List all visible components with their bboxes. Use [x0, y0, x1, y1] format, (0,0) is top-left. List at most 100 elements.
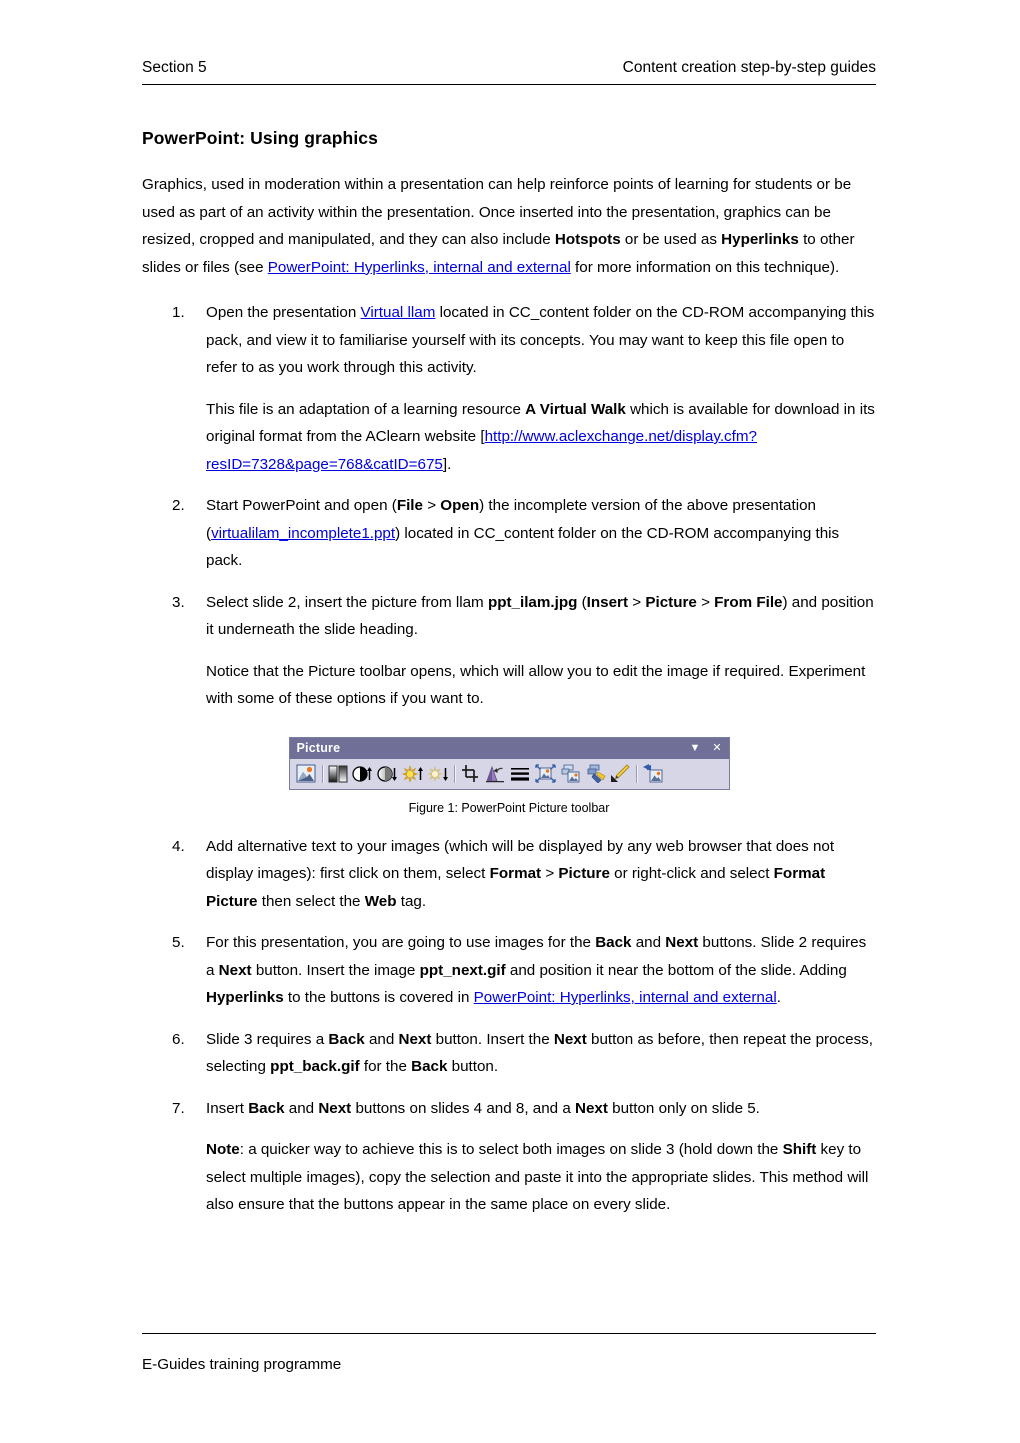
- intro-text-c: or be used as: [620, 231, 722, 248]
- page-title: PowerPoint: Using graphics: [142, 128, 378, 148]
- document-body: PowerPoint: Using graphics Graphics, use…: [142, 128, 876, 1233]
- set-transparent-color-icon[interactable]: [608, 762, 633, 786]
- step-3-marker: 3.: [172, 593, 185, 611]
- step-6-text-a: Slide 3 requires a: [206, 1030, 329, 1048]
- step-1-paragraph-2: This file is an adaptation of a learning…: [206, 396, 876, 479]
- step-4-text-d: then select the: [257, 892, 365, 910]
- insert-picture-icon[interactable]: [294, 762, 319, 786]
- list-item-step-5: 5. For this presentation, you are going …: [142, 929, 876, 1012]
- step-5-bold-back: Back: [595, 934, 632, 951]
- step-6-text-b: and: [364, 1030, 399, 1048]
- step-5-text-a: For this presentation, you are going to …: [206, 934, 596, 951]
- format-picture-icon[interactable]: [583, 762, 608, 786]
- step-4-bold-web: Web: [364, 892, 397, 910]
- figure-1: Picture ▼ ✕ Figure 1: PowerPoint Picture…: [142, 736, 876, 815]
- step-5-paragraph-1: For this presentation, you are going to …: [206, 929, 876, 1012]
- step-1-marker: 1.: [172, 304, 185, 321]
- list-item-step-2: 2. Start PowerPoint and open (File > Ope…: [142, 492, 876, 575]
- step-1-bold-virtual-walk: A Virtual Walk: [525, 400, 626, 418]
- step-3-bold-picture: Picture: [645, 593, 697, 611]
- link-virtual-llam[interactable]: Virtual llam: [361, 304, 436, 321]
- step-1-text-c: This file is an adaptation of a learning…: [206, 400, 526, 418]
- intro-paragraph: Graphics, used in moderation within a pr…: [142, 171, 876, 281]
- step-1-paragraph-1: Open the presentation Virtual llam locat…: [206, 299, 876, 382]
- link-powerpoint-hyperlinks[interactable]: PowerPoint: Hyperlinks, internal and ext…: [268, 259, 571, 276]
- page-header: Section 5 Content creation step-by-step …: [142, 58, 876, 86]
- steps-list: 1. Open the presentation Virtual llam lo…: [142, 299, 876, 713]
- step-6-text-c: button. Insert the: [431, 1030, 554, 1048]
- step-6-marker: 6.: [172, 1030, 185, 1048]
- step-5-text-b: and: [631, 934, 666, 951]
- note-text-a: : a quicker way to achieve this is to se…: [239, 1141, 783, 1158]
- step-2-bold-open: Open: [440, 497, 480, 514]
- list-item-step-4: 4. Add alternative text to your images (…: [142, 833, 876, 916]
- step-6-paragraph-1: Slide 3 requires a Back and Next button.…: [206, 1026, 876, 1081]
- step-7-note-paragraph: Note: a quicker way to achieve this is t…: [206, 1136, 876, 1219]
- step-5-marker: 5.: [172, 934, 185, 951]
- header-section-label: Section 5: [142, 59, 207, 76]
- step-2-text-a: Start PowerPoint and open (: [206, 497, 397, 514]
- step-7-text-c: buttons on slides 4 and 8, and a: [351, 1099, 575, 1117]
- step-4-paragraph-1: Add alternative text to your images (whi…: [206, 833, 876, 916]
- step-4-text-e: tag.: [396, 892, 427, 910]
- crop-icon[interactable]: [458, 762, 483, 786]
- step-2-paragraph-1: Start PowerPoint and open (File > Open) …: [206, 492, 876, 575]
- list-item-step-7: 7. Insert Back and Next buttons on slide…: [142, 1095, 876, 1219]
- picture-toolbar-titlebar[interactable]: Picture ▼ ✕: [289, 737, 729, 759]
- steps-list-continued: 4. Add alternative text to your images (…: [142, 833, 876, 1219]
- step-3-paragraph-1: Select slide 2, insert the picture from …: [206, 589, 876, 644]
- step-7-paragraph-1: Insert Back and Next buttons on slides 4…: [206, 1095, 876, 1123]
- step-3-bold-from-file: From File: [714, 593, 783, 611]
- step-7-marker: 7.: [172, 1099, 185, 1117]
- step-4-bold-format: Format: [489, 865, 542, 882]
- picture-toolbar-buttons: [289, 758, 729, 789]
- step-6-text-e: for the: [359, 1058, 412, 1075]
- compress-pictures-icon[interactable]: [533, 762, 558, 786]
- recolor-picture-icon[interactable]: [558, 762, 583, 786]
- list-item-step-3: 3. Select slide 2, insert the picture fr…: [142, 589, 876, 713]
- step-3-text-b: (: [577, 593, 587, 611]
- footer-label: E-Guides training programme: [142, 1356, 342, 1373]
- step-7-text-b: and: [284, 1099, 319, 1117]
- step-6-bold-back-2: Back: [411, 1058, 448, 1075]
- step-5-bold-ppt-next-gif: ppt_next.gif: [419, 961, 506, 979]
- step-2-text-b: >: [422, 497, 441, 514]
- more-brightness-icon[interactable]: [401, 762, 426, 786]
- step-7-bold-back: Back: [248, 1099, 285, 1117]
- step-4-text-c: or right-click and select: [609, 865, 774, 882]
- step-3-text-a: Select slide 2, insert the picture from …: [206, 593, 488, 611]
- step-2-bold-file: File: [396, 497, 423, 514]
- page-footer: E-Guides training programme: [142, 1333, 876, 1373]
- list-item-step-1: 1. Open the presentation Virtual llam lo…: [142, 299, 876, 478]
- step-6-bold-ppt-back-gif: ppt_back.gif: [270, 1058, 360, 1075]
- step-3-paragraph-2: Notice that the Picture toolbar opens, w…: [206, 662, 866, 708]
- link-powerpoint-hyperlinks-2[interactable]: PowerPoint: Hyperlinks, internal and ext…: [474, 989, 777, 1006]
- less-brightness-icon[interactable]: [426, 762, 451, 786]
- rotate-left-icon[interactable]: [483, 762, 508, 786]
- intro-text-f: for more information on this technique).: [570, 258, 840, 276]
- step-6-bold-back: Back: [328, 1030, 365, 1048]
- step-6-bold-next-2: Next: [553, 1030, 587, 1048]
- step-5-bold-next: Next: [665, 934, 699, 951]
- picture-toolbar-title-label: Picture: [296, 741, 341, 755]
- step-5-text-g: .: [776, 989, 781, 1006]
- step-1-text-a: Open the presentation: [206, 304, 361, 321]
- document-page: Section 5 Content creation step-by-step …: [0, 0, 1020, 1443]
- step-6-bold-next: Next: [398, 1030, 432, 1048]
- chevron-down-icon[interactable]: ▼: [689, 742, 702, 755]
- step-5-bold-hyperlinks: Hyperlinks: [206, 989, 284, 1006]
- color-icon[interactable]: [326, 762, 351, 786]
- step-3-bold-insert: Insert: [586, 593, 629, 611]
- more-contrast-icon[interactable]: [351, 762, 376, 786]
- step-1-text-e: ].: [442, 455, 452, 473]
- link-virtualilam-incomplete-ppt[interactable]: virtualilam_incomplete1.ppt: [211, 525, 395, 542]
- note-bold-label: Note: [206, 1141, 240, 1158]
- reset-picture-icon[interactable]: [640, 762, 665, 786]
- note-bold-shift: Shift: [782, 1141, 817, 1158]
- close-icon[interactable]: ✕: [711, 742, 724, 755]
- line-style-icon[interactable]: [508, 762, 533, 786]
- toolbar-separator: [451, 764, 458, 784]
- picture-toolbar[interactable]: Picture ▼ ✕: [288, 736, 730, 790]
- less-contrast-icon[interactable]: [376, 762, 401, 786]
- step-5-text-e: and position it near the bottom of the s…: [505, 961, 847, 979]
